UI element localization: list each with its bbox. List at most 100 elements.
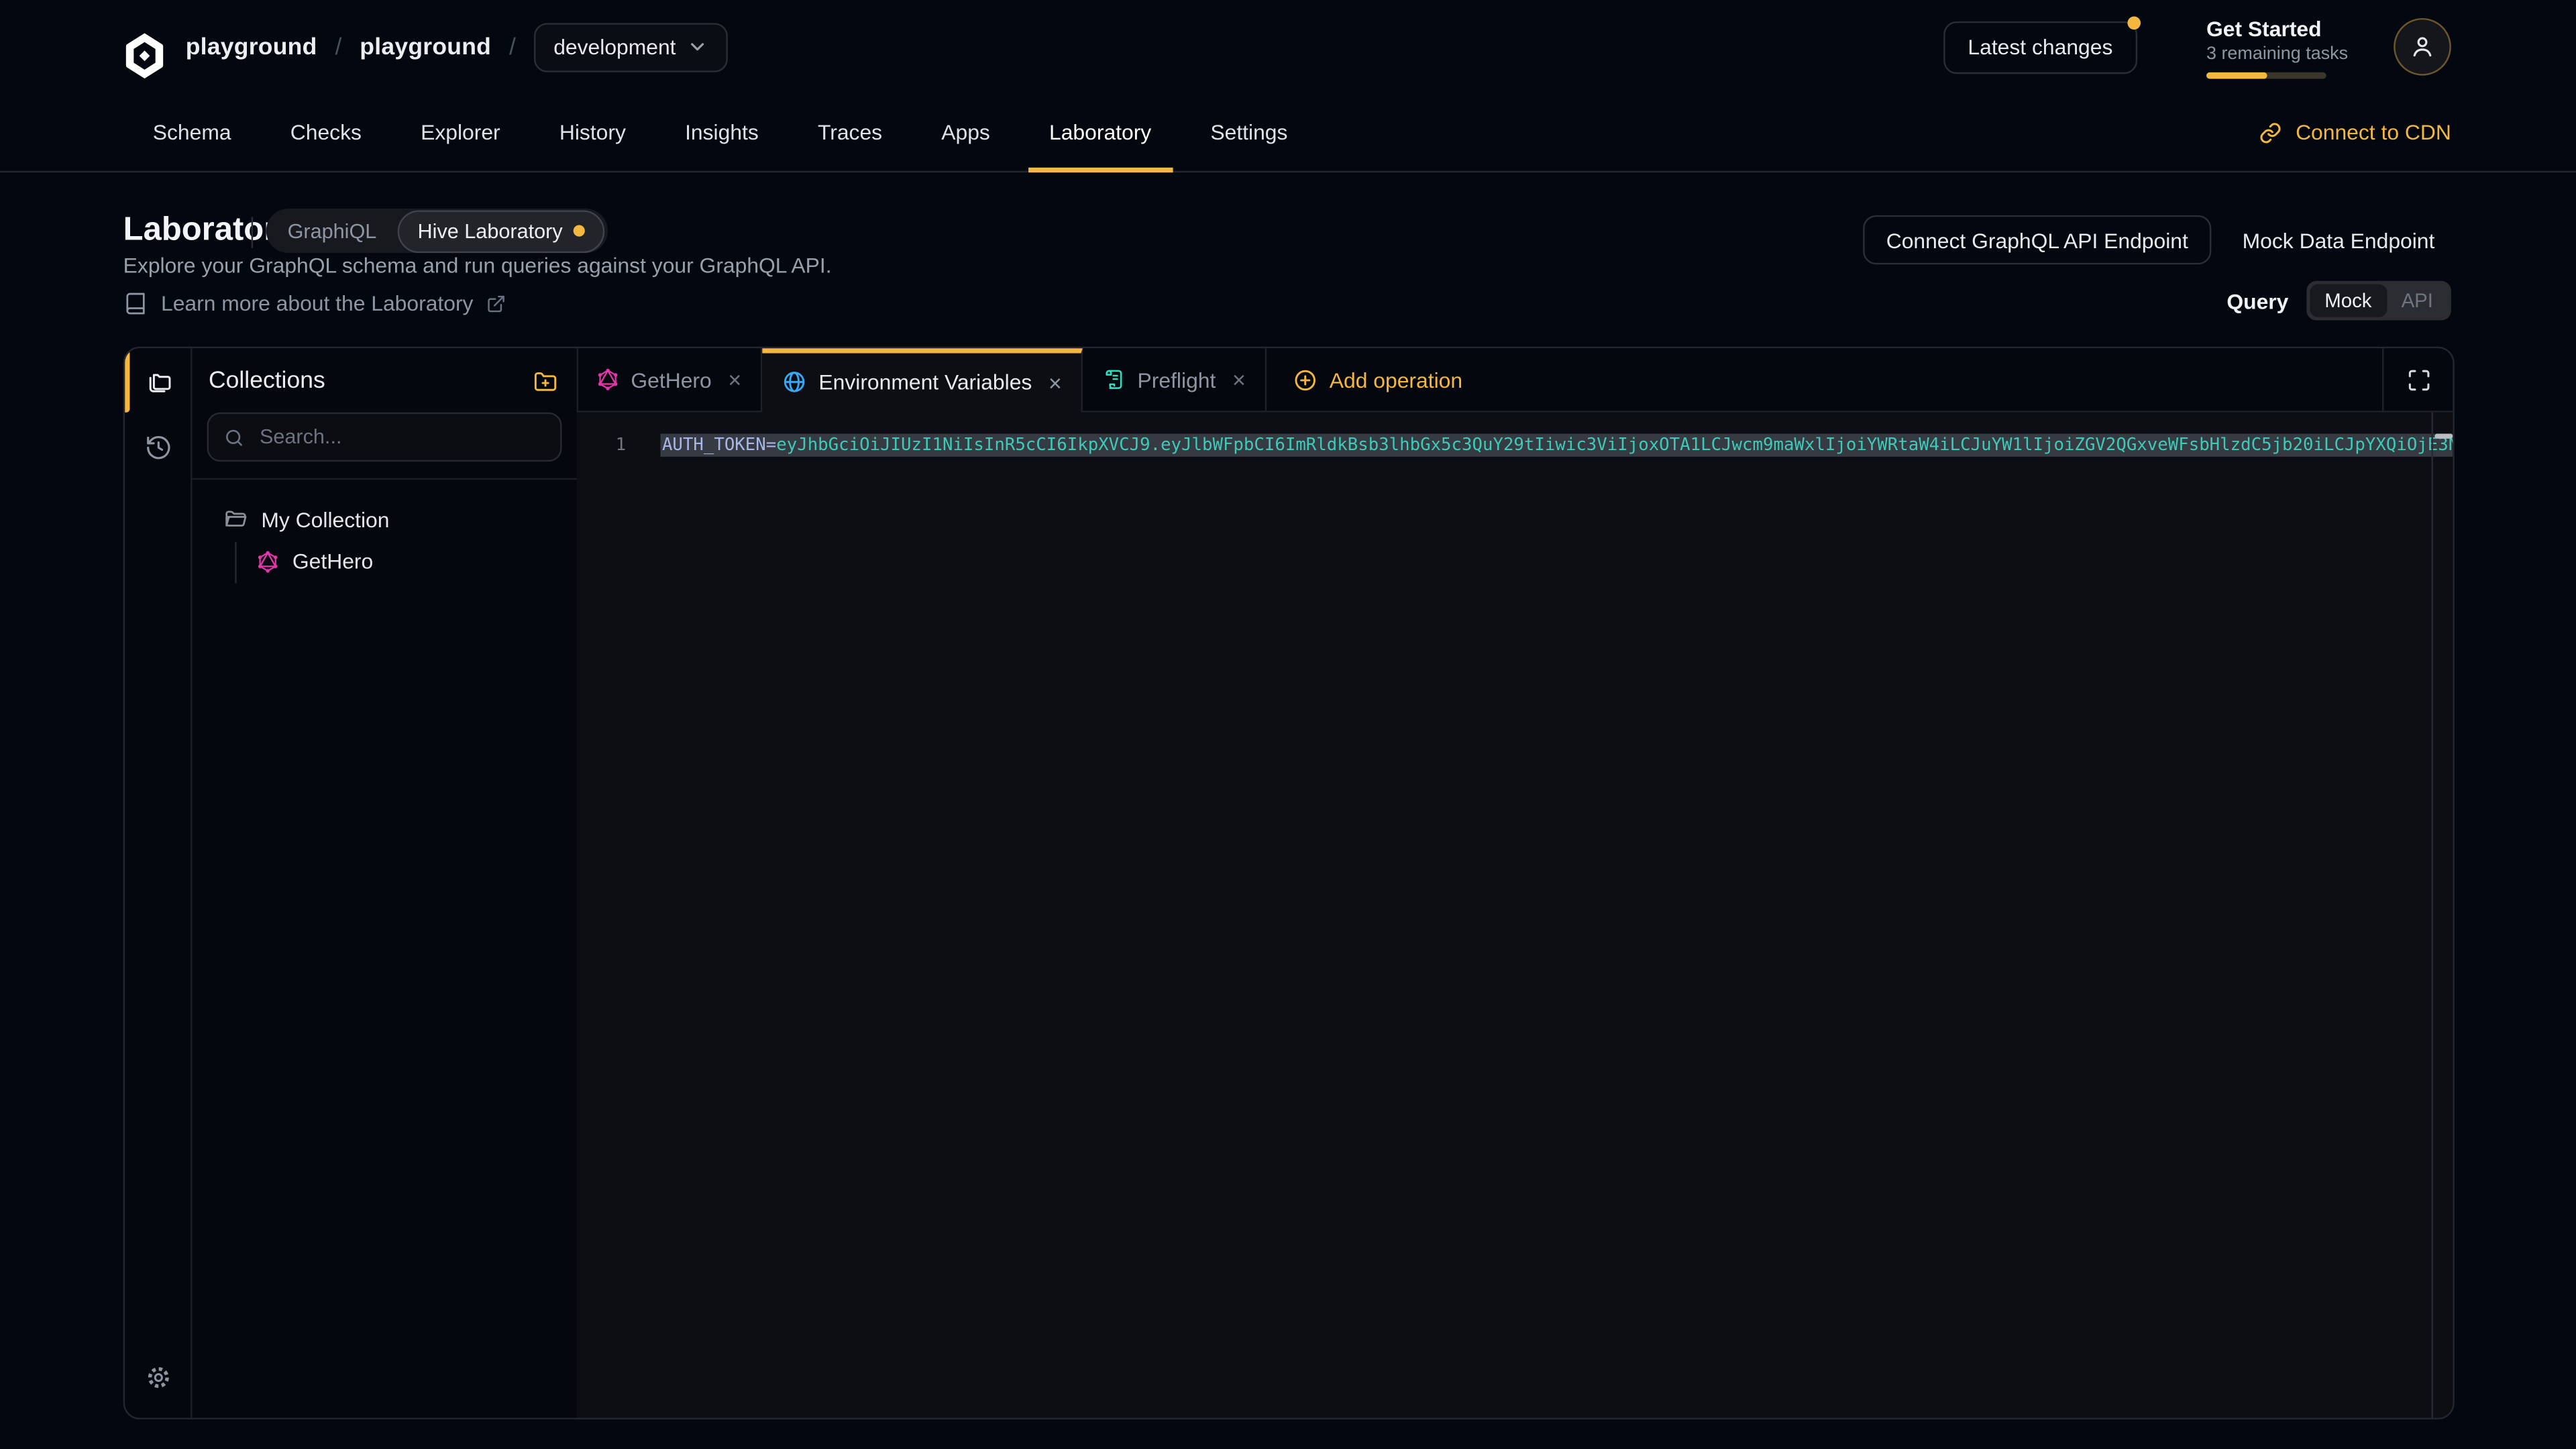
get-started-progress [2206,72,2326,78]
close-icon[interactable]: × [1232,368,1246,391]
collections-title: Collections [209,368,325,394]
nav-item-insights[interactable]: Insights [663,94,780,171]
search-input[interactable] [256,424,545,450]
endpoint-actions: Connect GraphQL API Endpoint Mock Data E… [1863,215,2451,264]
editor-scrollbar-track[interactable] [2431,413,2453,1418]
graphql-icon [596,368,619,391]
latest-changes-label: Latest changes [1968,34,2112,59]
environment-variables-editor[interactable]: 1 AUTH_TOKEN=eyJhbGciOiJIUzI1NiIsInR5cCI… [577,413,2453,1418]
rail-collections-button[interactable] [125,348,191,414]
editor-scrollbar-thumb[interactable] [2434,433,2452,437]
top-bar: playground / playground / development La… [0,0,2576,94]
add-operation-button[interactable]: Add operation [1267,348,1489,411]
connect-to-cdn-link[interactable]: Connect to CDN [2259,94,2451,171]
learn-more-label: Learn more about the Laboratory [161,290,473,315]
history-icon [144,433,172,461]
title-divider [252,217,253,248]
breadcrumb-separator: / [335,34,341,60]
link-icon [2259,121,2282,144]
operation-label: GetHero [292,549,373,574]
script-scroll-icon [1103,368,1126,391]
get-started-subtitle: 3 remaining tasks [2206,44,2328,63]
tab-label: Preflight [1138,367,1216,392]
rail-settings-button[interactable] [125,1352,191,1401]
collection-children: GetHero [193,549,577,574]
connect-to-cdn-label: Connect to CDN [2296,120,2451,145]
fullscreen-button[interactable] [2382,348,2453,411]
new-collection-button[interactable] [532,368,558,394]
ui-mode-toggle: GraphiQL Hive Laboratory [266,209,608,253]
query-mode-row: Query Mock API [2226,281,2451,321]
tab-bar-spacer [1489,348,2382,411]
accent-dot [574,225,586,237]
folder-open-icon [223,508,248,533]
hive-laboratory-page: playground / playground / development La… [0,0,2576,1449]
latest-changes-button[interactable]: Latest changes [1943,21,2137,73]
nav-item-settings[interactable]: Settings [1189,94,1309,171]
breadcrumb: playground / playground / development [186,0,729,94]
nav-item-schema[interactable]: Schema [131,94,252,171]
query-mode-api[interactable]: API [2387,284,2448,317]
tab-label: GetHero [631,367,711,392]
operation-row-gethero[interactable]: GetHero [193,549,577,574]
sidebar-rail [125,348,192,1417]
user-avatar[interactable] [2394,18,2451,76]
top-bar-right: Latest changes Get Started 3 remaining t… [1943,0,2451,94]
code-text: AUTH_TOKEN=eyJhbGciOiJIUzI1NiIsInR5cCI6I… [662,434,2453,457]
get-started-widget[interactable]: Get Started 3 remaining tasks [2206,15,2328,78]
nav-item-explorer[interactable]: Explorer [399,94,521,171]
target-selector[interactable]: development [534,22,729,71]
book-icon [123,290,148,315]
tab-label: Environment Variables [818,370,1032,394]
toggle-option-graphiql[interactable]: GraphiQL [266,219,398,242]
target-selector-value: development [553,34,676,59]
laboratory-panel: Collections [123,347,2455,1419]
toggle-option-label: Hive Laboratory [418,219,563,242]
nav-item-history[interactable]: History [538,94,647,171]
tree-guide-line [235,542,236,583]
query-mode-mock[interactable]: Mock [2310,284,2386,317]
editor-line-1[interactable]: 1 AUTH_TOKEN=eyJhbGciOiJIUzI1NiIsInR5cCI… [577,434,2453,457]
collection-folder-label: My Collection [261,508,389,533]
get-started-title: Get Started [2206,15,2328,40]
nav-item-traces[interactable]: Traces [796,94,904,171]
rail-history-button[interactable] [125,414,191,480]
tab-environment-variables[interactable]: Environment Variables × [763,348,1083,411]
breadcrumb-project[interactable]: playground [360,34,491,60]
nav-item-checks[interactable]: Checks [269,94,383,171]
env-var-key: AUTH_TOKEN= [662,435,776,455]
collection-folder-row[interactable]: My Collection [193,508,577,533]
breadcrumb-separator: / [509,34,516,60]
notification-dot [2127,15,2141,29]
page-description: Explore your GraphQL schema and run quer… [123,253,832,278]
breadcrumb-org[interactable]: playground [186,34,317,60]
collections-tree: My Collection [193,480,577,574]
tab-gethero[interactable]: GetHero × [577,348,763,411]
active-indicator [125,350,129,413]
connect-graphql-api-endpoint-button[interactable]: Connect GraphQL API Endpoint [1863,215,2211,264]
close-icon[interactable]: × [728,368,741,391]
editor-workspace: GetHero × Environment Variables × [577,348,2453,1417]
collections-header: Collections [193,348,577,409]
fullscreen-icon [2406,367,2431,392]
mock-data-endpoint-button[interactable]: Mock Data Endpoint [2226,215,2451,264]
line-number: 1 [577,434,626,457]
external-link-icon [486,293,506,313]
project-nav-items: Schema Checks Explorer History Insights … [131,94,1326,171]
laboratory-header: Laboratory GraphiQL Hive Laboratory Expl… [0,171,2576,347]
hive-logo-icon[interactable] [120,32,169,80]
toggle-option-hive-laboratory[interactable]: Hive Laboratory [398,209,605,252]
add-operation-label: Add operation [1330,367,1462,392]
close-icon[interactable]: × [1049,370,1062,393]
query-label: Query [2226,288,2288,313]
collections-search[interactable] [207,413,562,462]
chevron-down-icon [688,36,709,58]
nav-item-apps[interactable]: Apps [920,94,1011,171]
nav-item-laboratory[interactable]: Laboratory [1028,94,1173,171]
collections-sidebar: Collections [193,348,579,1417]
graphql-icon [256,549,279,572]
person-icon [2408,33,2436,61]
learn-more-link[interactable]: Learn more about the Laboratory [123,290,506,315]
tab-preflight[interactable]: Preflight × [1083,348,1267,411]
gear-icon [144,1362,172,1391]
